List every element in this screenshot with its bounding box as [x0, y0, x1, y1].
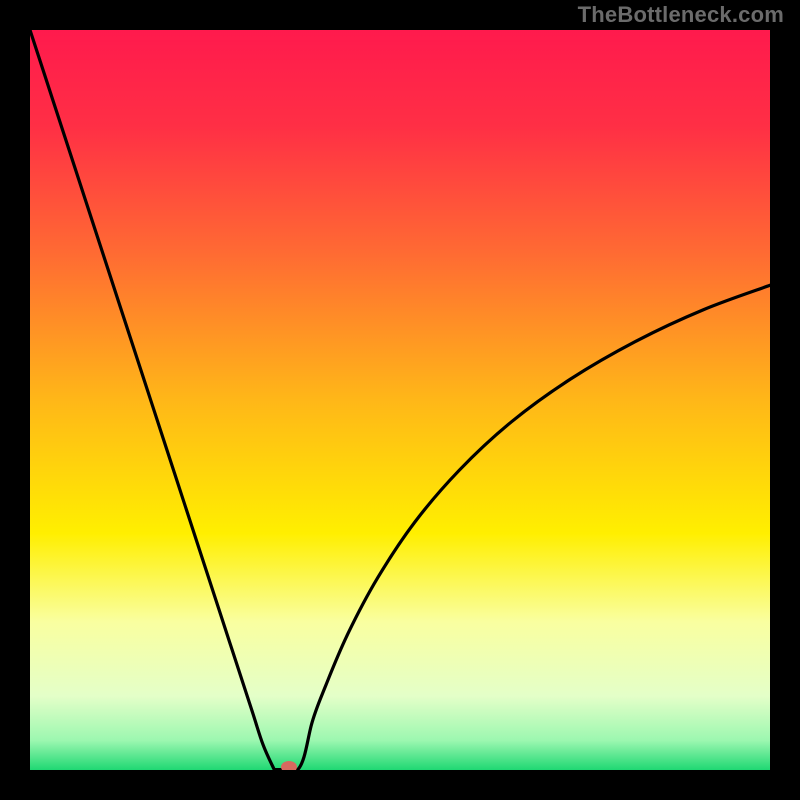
- watermark-text: TheBottleneck.com: [578, 2, 784, 28]
- plot-area: [30, 30, 770, 770]
- bottleneck-chart: [30, 30, 770, 770]
- gradient-background: [30, 30, 770, 770]
- chart-frame: TheBottleneck.com: [0, 0, 800, 800]
